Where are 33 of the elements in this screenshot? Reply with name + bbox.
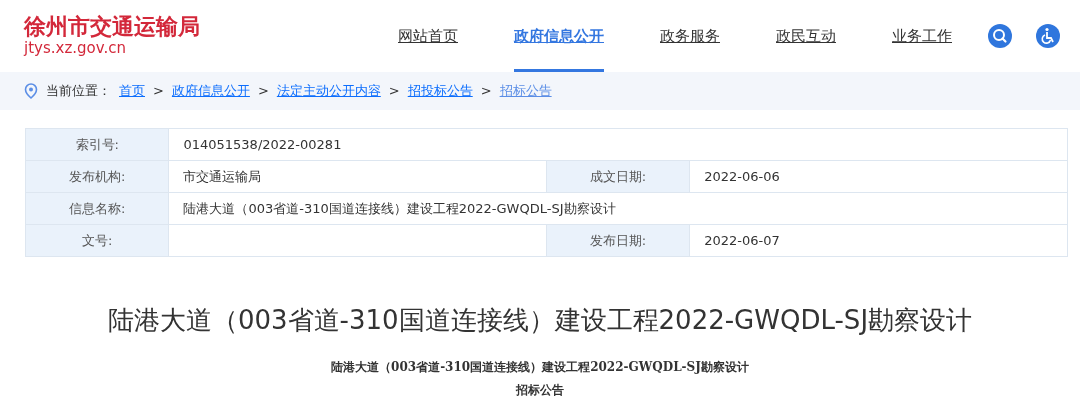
breadcrumb-link[interactable]: 首页 bbox=[119, 81, 145, 101]
breadcrumb-link[interactable]: 政府信息公开 bbox=[171, 81, 250, 101]
field-value: 2022-06-07 bbox=[689, 224, 1068, 257]
breadcrumb-separator: > bbox=[257, 82, 269, 101]
nav-tab[interactable]: 网站首页 bbox=[398, 0, 458, 72]
nav-tab[interactable]: 业务工作 bbox=[892, 0, 952, 72]
field-value: 2022-06-06 bbox=[689, 160, 1068, 193]
field-label: 发布机构: bbox=[25, 160, 169, 193]
breadcrumb-link[interactable]: 招投标公告 bbox=[407, 81, 473, 101]
field-value: 市交通运输局 bbox=[168, 160, 547, 193]
field-label: 成文日期: bbox=[546, 160, 690, 193]
article-subtitle: 陆港大道（003省道-310国道连接线）建设工程2022-GWQDL-SJ勘察设计 bbox=[330, 359, 750, 376]
nav-tab[interactable]: 政民互动 bbox=[776, 0, 836, 72]
field-label: 发布日期: bbox=[546, 224, 690, 257]
field-value: 014051538/2022-00281 bbox=[168, 128, 1068, 161]
location-pin-icon bbox=[24, 83, 38, 99]
article-subtitle: 招标公告 bbox=[515, 382, 565, 399]
nav-tab[interactable]: 政务服务 bbox=[660, 0, 720, 72]
field-label: 索引号: bbox=[25, 128, 169, 161]
wheelchair-icon[interactable] bbox=[1036, 24, 1060, 48]
breadcrumb-separator: > bbox=[153, 82, 164, 101]
article-title: 陆港大道（003省道-310国道连接线）建设工程2022-GWQDL-SJ勘察设计 bbox=[106, 304, 974, 337]
site-domain: jtys.xz.gov.cn bbox=[24, 39, 127, 58]
field-label: 信息名称: bbox=[25, 192, 169, 225]
site-name: 徐州市交通运输局 bbox=[24, 14, 200, 40]
field-value: 陆港大道（003省道-310国道连接线）建设工程2022-GWQDL-SJ勘察设计 bbox=[168, 192, 1068, 225]
breadcrumb-label: 当前位置： bbox=[46, 82, 111, 101]
breadcrumb-link[interactable]: 招标公告 bbox=[499, 81, 552, 101]
breadcrumb-separator: > bbox=[388, 82, 400, 101]
search-icon[interactable] bbox=[988, 24, 1012, 48]
field-label: 文号: bbox=[25, 224, 169, 257]
breadcrumb-link[interactable]: 法定主动公开内容 bbox=[276, 81, 381, 101]
breadcrumb-separator: > bbox=[480, 82, 492, 101]
